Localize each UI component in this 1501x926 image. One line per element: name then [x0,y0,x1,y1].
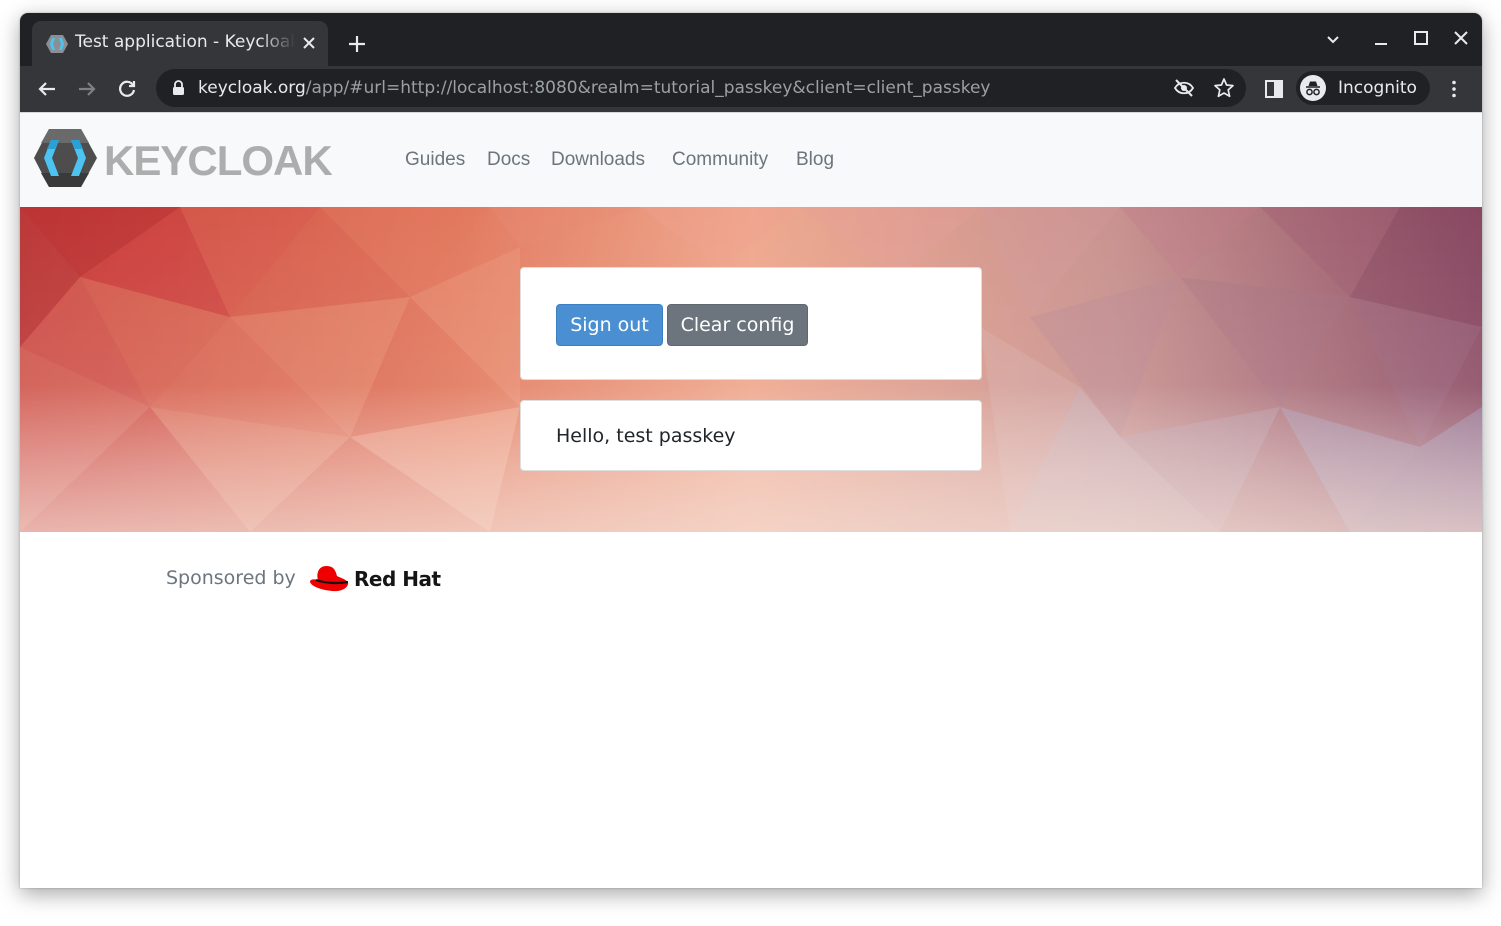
browser-toolbar: keycloak.org/app/#url=http://localhost:8… [20,66,1482,112]
redhat-logo-text[interactable]: Red Hat [354,567,441,591]
nav-guides[interactable]: Guides [405,149,465,171]
close-tab-icon[interactable] [300,34,318,52]
nav-docs[interactable]: Docs [487,149,530,171]
bookmark-star-icon[interactable] [1213,77,1235,99]
address-bar[interactable]: keycloak.org/app/#url=http://localhost:8… [156,69,1246,107]
tab-search-chevron-icon[interactable] [1323,29,1343,49]
nav-downloads[interactable]: Downloads [551,149,645,171]
logo-text: KEYCLOAK [104,137,332,184]
url-text[interactable]: keycloak.org/app/#url=http://localhost:8… [198,78,990,98]
lock-icon[interactable] [172,80,185,96]
page-content: KEYCLOAK Guides Docs Downloads Community… [20,112,1482,888]
greeting-card: Hello, test passkey [520,400,982,471]
back-arrow-icon[interactable] [36,78,58,100]
browser-tab[interactable]: Test application - Keycloak [32,21,328,66]
hero-banner: Sign out Clear config Hello, test passke… [20,207,1482,532]
third-party-cookies-blocked-icon[interactable] [1173,78,1195,98]
keycloak-favicon-icon [46,35,68,53]
nav-blog[interactable]: Blog [796,149,834,171]
new-tab-icon[interactable] [344,31,370,57]
reload-icon[interactable] [116,78,138,100]
tab-title: Test application - Keycloak [75,32,295,52]
incognito-icon [1300,75,1326,101]
maximize-icon[interactable] [1411,28,1431,48]
actions-card: Sign out Clear config [520,267,982,380]
sign-out-button[interactable]: Sign out [556,304,663,346]
greeting-text: Hello, test passkey [556,425,736,447]
url-path: /app/#url=http://localhost:8080&realm=tu… [305,78,991,98]
keycloak-logo[interactable]: KEYCLOAK [34,127,339,191]
browser-window: Test application - Keycloak keycloak.org… [20,13,1482,888]
minimize-icon[interactable] [1371,29,1391,49]
forward-arrow-icon[interactable] [76,78,98,100]
nav-community[interactable]: Community [672,149,768,171]
site-header: KEYCLOAK Guides Docs Downloads Community… [20,112,1482,208]
more-menu-icon[interactable] [1443,78,1465,100]
close-window-icon[interactable] [1451,28,1471,48]
clear-config-button[interactable]: Clear config [667,304,808,346]
incognito-profile-button[interactable]: Incognito [1296,71,1430,105]
tab-strip: Test application - Keycloak [20,13,1482,66]
incognito-label: Incognito [1338,78,1417,98]
url-host: keycloak.org [198,78,306,98]
sponsored-by-label: Sponsored by [166,567,296,589]
side-panel-icon[interactable] [1263,78,1285,100]
